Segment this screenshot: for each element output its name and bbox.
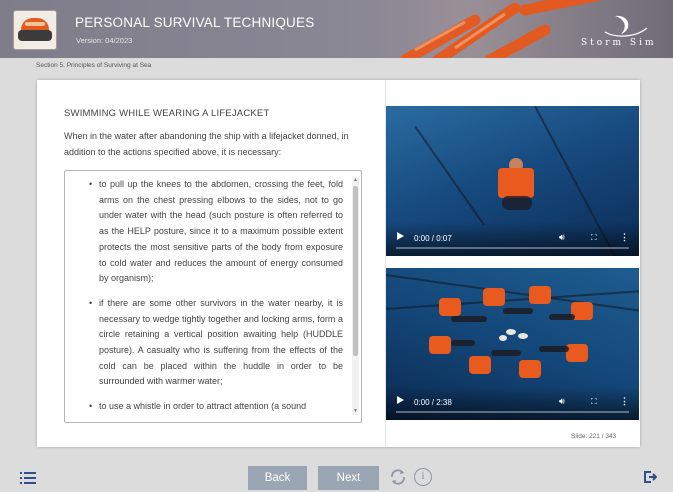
scrollbar-thumb[interactable]: [353, 186, 358, 356]
more-icon[interactable]: ⋮: [620, 232, 629, 243]
more-icon[interactable]: ⋮: [620, 396, 629, 407]
list-item: to use a whistle in order to attract att…: [89, 399, 343, 415]
huddle-group-image: [429, 286, 593, 378]
fullscreen-icon[interactable]: ⛶: [591, 397, 597, 407]
breadcrumb: Section 5. Principles of Surviving at Se…: [36, 62, 152, 69]
play-icon[interactable]: [397, 396, 404, 404]
info-icon[interactable]: i: [414, 468, 432, 486]
scroll-up-icon[interactable]: ▲: [352, 177, 359, 184]
video-progress-bar[interactable]: [396, 411, 629, 413]
list-item: if there are some other survivors in the…: [89, 296, 343, 390]
video-time: 0:00 / 0:07: [414, 234, 452, 243]
intro-text: When in the water after abandoning the s…: [64, 131, 349, 157]
course-title: PERSONAL SURVIVAL TECHNIQUES: [75, 15, 315, 30]
video-controls: 0:00 / 2:38 🔊︎ ⛶ ⋮: [386, 386, 639, 420]
slide-counter: Slide: 221 / 343: [571, 433, 617, 440]
menu-icon[interactable]: [20, 472, 36, 484]
brand-logo: Storm Sim: [575, 12, 665, 54]
scrollbar[interactable]: ▲ ▼: [352, 177, 359, 415]
volume-icon[interactable]: 🔊︎: [559, 396, 565, 407]
app-header: PERSONAL SURVIVAL TECHNIQUES Version: 04…: [0, 0, 673, 58]
course-version: Version: 04/2023: [76, 36, 133, 45]
volume-icon[interactable]: 🔊︎: [559, 232, 565, 243]
exit-icon[interactable]: [643, 470, 657, 484]
section-heading: SWIMMING WHILE WEARING A LIFEJACKET: [64, 108, 270, 119]
liferaft-logo: [13, 10, 57, 50]
pool-lane-line: [414, 126, 485, 226]
reload-icon[interactable]: [389, 468, 407, 486]
scroll-down-icon[interactable]: ▼: [352, 408, 359, 415]
play-icon[interactable]: [397, 232, 404, 240]
brand-name: Storm Sim: [581, 38, 657, 48]
swimmer-image: [494, 158, 540, 218]
bullets-scroll-box[interactable]: to pull up the knees to the abdomen, cro…: [64, 170, 362, 423]
back-button[interactable]: Back: [248, 466, 307, 490]
list-item: to pull up the knees to the abdomen, cro…: [89, 177, 343, 287]
fullscreen-icon[interactable]: ⛶: [591, 233, 597, 243]
video-player-huddle-posture[interactable]: 0:00 / 2:38 🔊︎ ⛶ ⋮: [386, 268, 639, 420]
video-progress-bar[interactable]: [396, 247, 629, 249]
bullet-list: to pull up the knees to the abdomen, cro…: [65, 177, 361, 415]
video-controls: 0:00 / 0:07 🔊︎ ⛶ ⋮: [386, 222, 639, 256]
next-button[interactable]: Next: [318, 466, 379, 490]
video-time: 0:00 / 2:38: [414, 398, 452, 407]
video-player-help-posture[interactable]: 0:00 / 0:07 🔊︎ ⛶ ⋮: [386, 106, 639, 256]
